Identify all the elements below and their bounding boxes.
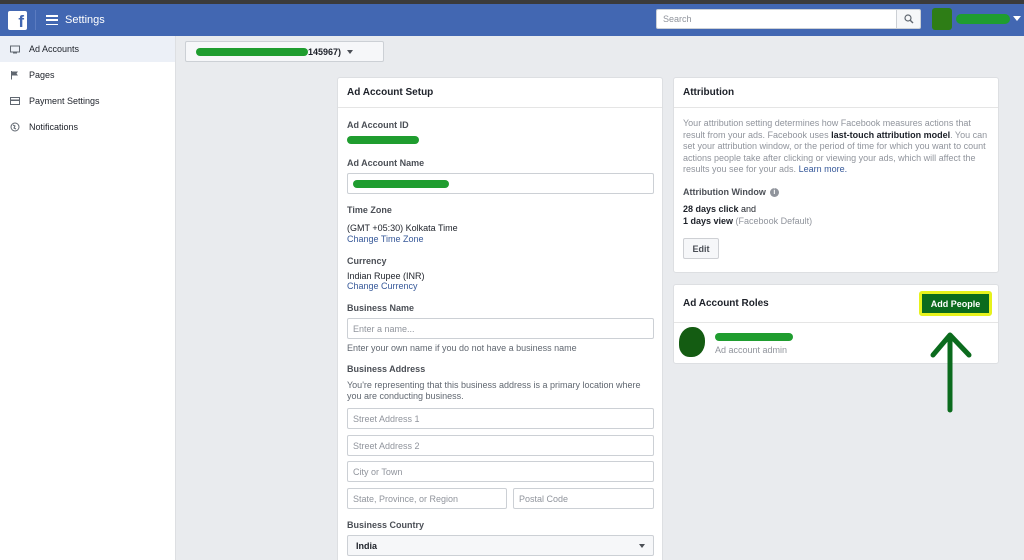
annotation-arrow-up-icon bbox=[930, 332, 972, 413]
street-address-1-input[interactable]: Street Address 1 bbox=[347, 408, 654, 429]
search-input[interactable]: Search bbox=[656, 9, 896, 29]
attribution-window-label: Attribution Window i bbox=[683, 187, 779, 197]
card-title: Attribution bbox=[674, 78, 998, 108]
account-id-suffix: 145967) bbox=[308, 46, 342, 57]
member-name-redacted[interactable] bbox=[715, 333, 793, 341]
business-country-value: India bbox=[356, 540, 378, 551]
attribution-description: Your attribution setting determines how … bbox=[683, 118, 988, 174]
page-title: Settings bbox=[65, 14, 105, 26]
globe-icon bbox=[10, 122, 20, 132]
business-country-label: Business Country bbox=[347, 520, 425, 530]
change-currency-link[interactable]: Change Currency bbox=[347, 281, 418, 291]
ad-account-id-label: Ad Account ID bbox=[347, 120, 409, 130]
ad-account-id-redacted bbox=[347, 136, 419, 144]
attribution-click-window: 28 days click and bbox=[683, 204, 757, 214]
menu-icon[interactable] bbox=[46, 15, 58, 25]
sidebar-item-payment-settings[interactable]: Payment Settings bbox=[0, 88, 175, 114]
street-address-2-input[interactable]: Street Address 2 bbox=[347, 435, 654, 456]
business-address-help: You're representing that this business a… bbox=[347, 380, 641, 401]
city-input[interactable]: City or Town bbox=[347, 461, 654, 482]
ad-accounts-icon bbox=[10, 44, 20, 54]
sidebar-item-label: Payment Settings bbox=[29, 96, 100, 106]
sidebar-item-ad-accounts[interactable]: Ad Accounts bbox=[0, 36, 175, 62]
add-people-button[interactable]: Add People bbox=[919, 291, 992, 316]
sidebar-item-notifications[interactable]: Notifications bbox=[0, 114, 175, 140]
postal-code-input[interactable]: Postal Code bbox=[513, 488, 654, 509]
sidebar-item-label: Notifications bbox=[29, 122, 79, 132]
attribution-view-window: 1 days view (Facebook Default) bbox=[683, 216, 813, 226]
chevron-down-icon bbox=[639, 544, 645, 548]
ad-account-name-input[interactable] bbox=[347, 173, 654, 194]
account-name-redacted bbox=[196, 47, 308, 56]
ad-account-name-label: Ad Account Name bbox=[347, 158, 425, 168]
search-icon bbox=[903, 14, 913, 24]
currency-label: Currency bbox=[347, 256, 387, 266]
top-divider bbox=[35, 10, 36, 30]
user-name-redacted[interactable] bbox=[956, 14, 1010, 24]
sidebar-item-label: Ad Accounts bbox=[29, 44, 80, 54]
change-time-zone-link[interactable]: Change Time Zone bbox=[347, 234, 424, 244]
account-menu-chevron-down-icon[interactable] bbox=[1013, 16, 1021, 21]
business-name-help: Enter your own name if you do not have a… bbox=[347, 343, 577, 353]
business-address-label: Business Address bbox=[347, 364, 426, 374]
info-icon[interactable]: i bbox=[769, 187, 779, 197]
search-button[interactable] bbox=[896, 9, 921, 29]
card-title: Ad Account Setup bbox=[338, 78, 662, 108]
ad-account-selector[interactable]: 145967) bbox=[185, 41, 384, 62]
credit-card-icon bbox=[10, 96, 20, 106]
sidebar-item-label: Pages bbox=[29, 70, 55, 80]
member-avatar-redacted bbox=[679, 327, 705, 357]
time-zone-value: (GMT +05:30) Kolkata Time bbox=[347, 223, 458, 233]
ad-account-name-redacted bbox=[353, 179, 449, 188]
edit-attribution-button[interactable]: Edit bbox=[683, 238, 719, 259]
business-name-label: Business Name bbox=[347, 303, 415, 313]
avatar[interactable] bbox=[932, 8, 952, 30]
sidebar: Ad Accounts Pages Payment Settings Notif… bbox=[0, 36, 176, 560]
chevron-down-icon bbox=[347, 49, 354, 54]
business-country-select[interactable]: India bbox=[347, 535, 654, 556]
flag-icon bbox=[10, 70, 20, 80]
learn-more-link[interactable]: Learn more. bbox=[799, 164, 848, 174]
state-input[interactable]: State, Province, or Region bbox=[347, 488, 507, 509]
currency-value: Indian Rupee (INR) bbox=[347, 271, 425, 281]
business-name-input[interactable]: Enter a name... bbox=[347, 318, 654, 339]
attribution-card: Attribution Your attribution setting det… bbox=[673, 77, 999, 273]
member-role: Ad account admin bbox=[715, 345, 788, 355]
time-zone-label: Time Zone bbox=[347, 205, 392, 215]
sidebar-item-pages[interactable]: Pages bbox=[0, 62, 175, 88]
facebook-logo-icon[interactable]: f bbox=[8, 10, 27, 30]
ad-account-setup-card: Ad Account Setup Ad Account ID Ad Accoun… bbox=[337, 77, 663, 560]
